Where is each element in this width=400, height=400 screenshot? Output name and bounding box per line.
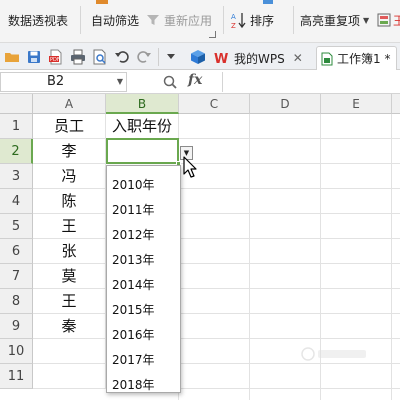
print-preview-icon[interactable] xyxy=(92,49,108,65)
sort-button[interactable]: A Z 排序 xyxy=(231,9,274,31)
svg-text:A: A xyxy=(231,13,236,21)
cell-a8[interactable]: 王 xyxy=(33,289,106,314)
dropdown-option[interactable]: 2017年 xyxy=(112,351,155,368)
svg-text:W: W xyxy=(214,52,228,65)
sort-label: 排序 xyxy=(250,13,275,28)
reapply-label: 重新应用 xyxy=(164,13,213,28)
ribbon: 数据透视表 自动筛选 重新应用 A Z 排序 高亮重复项 ▼ 王 xyxy=(0,0,400,42)
name-box[interactable]: B2 ▼ xyxy=(0,72,127,92)
dropdown-option[interactable]: 2012年 xyxy=(112,226,155,243)
partial-label: 王 xyxy=(393,13,400,28)
formula-input[interactable] xyxy=(222,72,400,92)
tab-my-wps[interactable]: W 我的WPS ✕ xyxy=(214,46,303,70)
close-icon[interactable]: ✕ xyxy=(293,51,303,65)
partial-ribbon-button[interactable]: 王 xyxy=(377,9,400,31)
formula-bar: B2 ▼ fx xyxy=(0,70,400,94)
ribbon-divider xyxy=(80,6,81,34)
reapply-button[interactable]: 重新应用 xyxy=(146,9,212,31)
redo-icon[interactable] xyxy=(136,49,152,65)
highlight-icon xyxy=(377,13,391,27)
ribbon-dialog-launcher[interactable] xyxy=(209,31,216,38)
dropdown-option[interactable]: 2016年 xyxy=(112,326,155,343)
tab-workbook-label: 工作簿1 * xyxy=(337,52,391,66)
validation-dropdown-list: 2010年 2011年 2012年 2013年 2014年 2015年 2016… xyxy=(106,165,181,393)
dropdown-option[interactable]: 2013年 xyxy=(112,251,155,268)
save-icon[interactable] xyxy=(26,49,42,65)
svg-text:PDF: PDF xyxy=(50,57,60,63)
highlight-duplicates-button[interactable]: 高亮重复项 ▼ xyxy=(300,9,369,31)
pivot-table-button[interactable]: 数据透视表 xyxy=(8,9,68,31)
cursor-icon xyxy=(183,156,197,178)
filter-icon xyxy=(147,15,159,25)
quick-access-bar: PDF W 我的WPS ✕ 工作簿1 * xyxy=(0,42,400,70)
highlight-duplicates-label: 高亮重复项 xyxy=(300,13,361,28)
zoom-icon[interactable] xyxy=(163,75,177,89)
cell-a7[interactable]: 莫 xyxy=(33,264,106,289)
cell-a11[interactable] xyxy=(33,364,106,389)
dropdown-option[interactable]: 2018年 xyxy=(112,376,155,393)
auto-filter-label: 自动筛选 xyxy=(91,13,140,28)
tab-my-wps-label: 我的WPS xyxy=(234,51,285,66)
ribbon-top-icons xyxy=(96,0,273,4)
pdf-icon[interactable]: PDF xyxy=(48,49,64,65)
chevron-down-icon[interactable]: ▼ xyxy=(117,73,123,91)
sort-icon: A Z xyxy=(231,13,246,29)
chevron-down-icon: ▼ xyxy=(363,15,370,25)
cube-icon[interactable] xyxy=(190,49,206,65)
selected-cell-b2[interactable] xyxy=(106,138,181,166)
cell-a6[interactable]: 张 xyxy=(33,239,106,264)
dropdown-option[interactable]: 2011年 xyxy=(112,201,155,218)
dropdown-option[interactable]: 2015年 xyxy=(112,301,155,318)
chevron-down-icon[interactable] xyxy=(166,53,176,61)
undo-icon[interactable] xyxy=(114,49,130,65)
cell-a4[interactable]: 陈 xyxy=(33,189,106,214)
spreadsheet-grid: A B C D E 1 2 3 4 5 6 7 8 9 10 11 员工 李 冯… xyxy=(0,94,400,400)
wps-logo-icon: W xyxy=(214,52,228,65)
cell-a10[interactable] xyxy=(33,339,106,364)
tab-workbook[interactable]: 工作簿1 * xyxy=(316,46,398,70)
cell-b1[interactable]: 入职年份 xyxy=(106,114,179,139)
cell-a3[interactable]: 冯 xyxy=(33,164,106,189)
folder-icon[interactable] xyxy=(4,49,20,65)
workbook-icon xyxy=(321,52,333,65)
cell-a2[interactable]: 李 xyxy=(33,139,106,164)
dropdown-option[interactable]: 2010年 xyxy=(112,176,155,193)
pivot-table-label: 数据透视表 xyxy=(8,13,69,28)
fx-icon[interactable]: fx xyxy=(188,72,202,88)
ribbon-divider xyxy=(293,6,294,34)
watermark-logo xyxy=(301,347,366,361)
svg-text:Z: Z xyxy=(231,22,236,29)
auto-filter-button[interactable]: 自动筛选 xyxy=(91,9,139,31)
dropdown-option[interactable]: 2014年 xyxy=(112,276,155,293)
cell-a1[interactable]: 员工 xyxy=(33,114,106,139)
cell-a5[interactable]: 王 xyxy=(33,214,106,239)
ribbon-divider xyxy=(223,6,224,34)
print-icon[interactable] xyxy=(70,49,86,65)
name-box-value: B2 xyxy=(47,74,65,89)
cell-a9[interactable]: 秦 xyxy=(33,314,106,339)
quick-access-divider xyxy=(158,48,159,66)
